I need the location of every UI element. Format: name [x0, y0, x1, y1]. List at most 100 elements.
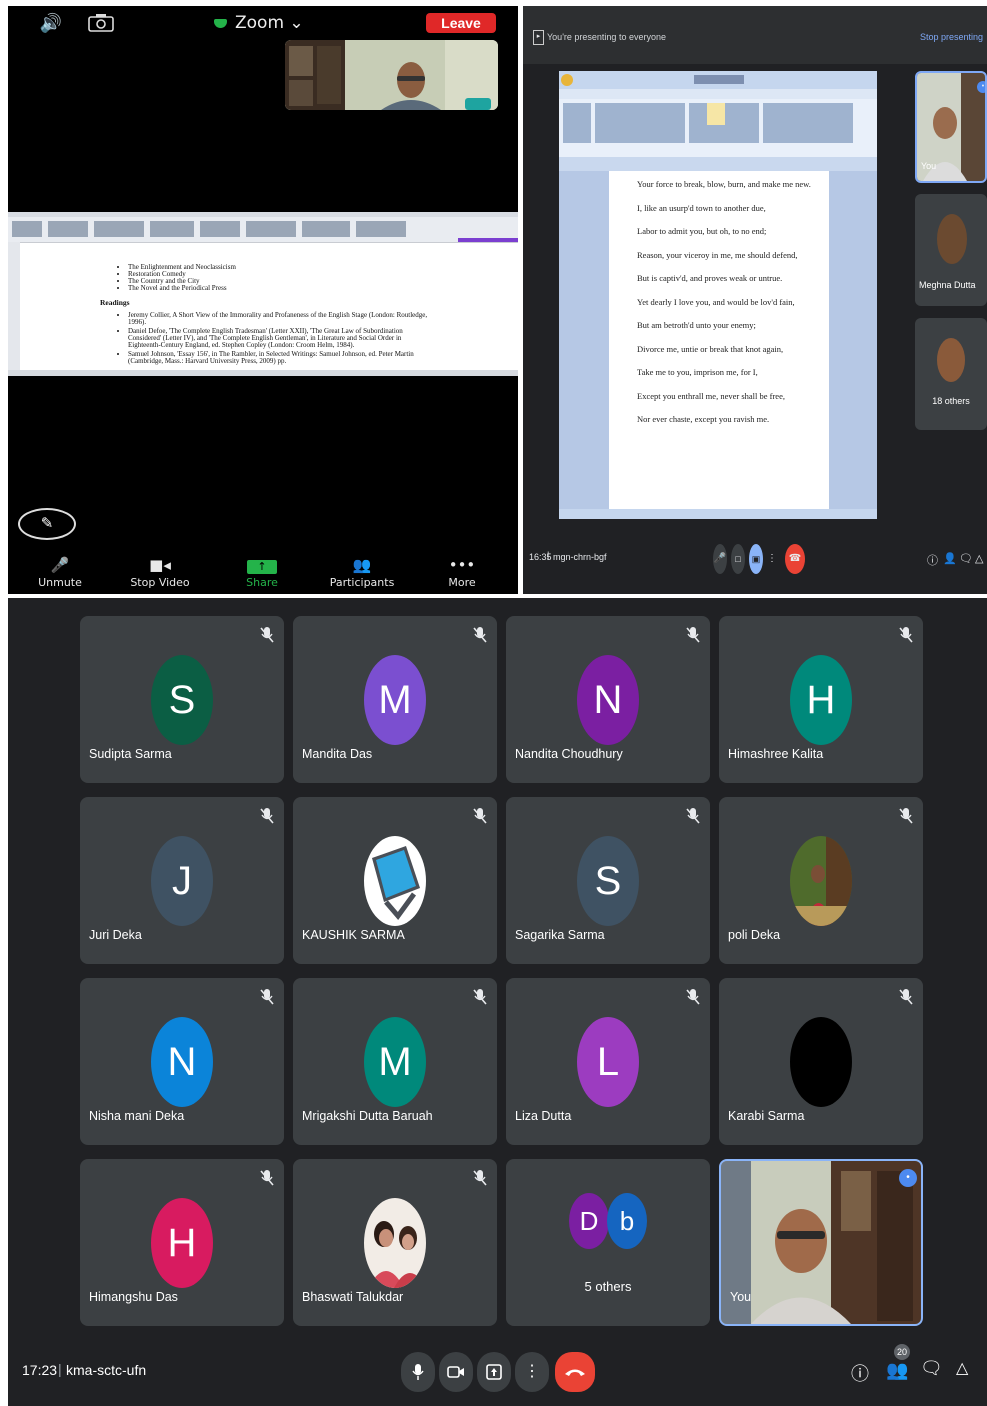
camera-button[interactable]	[439, 1352, 473, 1392]
video-icon: ■◂	[149, 556, 171, 574]
pen-icon: ✎	[40, 515, 54, 532]
others-label: 5 others	[584, 1279, 632, 1294]
participant-tile[interactable]: Karabi Sarma	[719, 978, 923, 1145]
mic-off-icon	[473, 1170, 487, 1186]
present-screen-icon	[486, 1364, 502, 1380]
document-page: Your force to break, blow, burn, and mak…	[609, 171, 829, 511]
doc-line: Reason, your viceroy in me, me should de…	[637, 249, 798, 260]
others-tile[interactable]: 18 others	[915, 318, 987, 430]
more-icon: •••	[448, 556, 476, 574]
meeting-code: mgn-chrn-bgf	[553, 552, 607, 562]
reading-item: Jeremy Collier, A Short View of the Immo…	[128, 312, 428, 326]
self-video-tile[interactable]: You •	[915, 71, 987, 183]
participant-tile[interactable]: S Sudipta Sarma	[80, 616, 284, 783]
participant-tile[interactable]: S Sagarika Sarma	[506, 797, 710, 964]
self-label: You	[730, 1290, 752, 1304]
chat-icon[interactable]: 🗨	[959, 552, 973, 565]
people-button[interactable]: 20 👥	[884, 1344, 910, 1386]
info-icon[interactable]: ⓘ	[851, 1360, 869, 1386]
participant-name: Juri Deka	[89, 928, 142, 942]
participant-tile[interactable]: J Juri Deka	[80, 797, 284, 964]
others-tile[interactable]: D b 5 others	[506, 1159, 710, 1326]
unmute-button[interactable]: 🎤 Unmute	[10, 554, 110, 589]
reading-item: Samuel Johnson, 'Essay 156', in The Ramb…	[128, 351, 428, 365]
avatar	[364, 1198, 426, 1288]
present-icon[interactable]: ▣	[749, 544, 763, 574]
mic-off-icon	[686, 627, 700, 643]
share-button[interactable]: ↑ Share	[212, 554, 312, 589]
participant-name: Sagarika Sarma	[515, 928, 605, 942]
participant-name: poli Deka	[728, 928, 781, 942]
people-icon[interactable]: 👤	[943, 552, 957, 565]
avatar	[937, 214, 967, 264]
chat-icon[interactable]: 🗨	[920, 1358, 943, 1379]
participant-tile[interactable]: M Mrigakshi Dutta Baruah	[293, 978, 497, 1145]
end-call-icon	[565, 1369, 585, 1376]
mic-off-icon	[260, 1170, 274, 1186]
avatar: J	[151, 836, 213, 926]
doc-line: But is captiv'd, and proves weak or untr…	[637, 273, 783, 283]
participant-tile[interactable]: Bhaswati Talukdar	[293, 1159, 497, 1326]
shared-document[interactable]: The Enlightenment and Neoclassicism Rest…	[8, 212, 518, 376]
activities-icon[interactable]: △	[956, 1358, 968, 1378]
people-icon: 👥	[886, 1360, 909, 1380]
word-status-bar	[559, 509, 877, 519]
avatar: L	[577, 1017, 639, 1107]
more-button[interactable]: ••• More	[412, 554, 512, 589]
annotate-button[interactable]: ✎	[18, 508, 76, 540]
presented-word-window[interactable]: Your force to break, blow, burn, and mak…	[559, 71, 877, 519]
avatar: N	[577, 655, 639, 745]
others-label: 18 others	[932, 396, 970, 406]
participants-button[interactable]: 👥 Participants	[312, 554, 412, 589]
mic-button[interactable]	[401, 1352, 435, 1392]
speaker-icon[interactable]: 🔊	[38, 14, 64, 32]
meet-controls: 17:23 | kma-sctc-ufn ⋮ ⓘ 20 👥 🗨 △	[8, 1340, 987, 1406]
end-call-icon[interactable]: ☎	[785, 544, 805, 574]
stop-video-button[interactable]: ■◂ Stop Video	[110, 554, 210, 589]
meet-presenting-panel: ▸ You're presenting to everyone Stop pre…	[523, 6, 987, 594]
avatar	[937, 338, 965, 382]
present-screen-icon: ▸	[533, 30, 544, 45]
participant-name: KAUSHIK SARMA	[302, 928, 405, 942]
info-icon[interactable]: ⓘ	[927, 552, 938, 568]
mic-off-icon	[473, 989, 487, 1005]
doc-line: Nor ever chaste, except you ravish me.	[637, 414, 770, 424]
activities-icon[interactable]: △	[975, 552, 983, 565]
leave-button[interactable]: Leave	[426, 13, 496, 33]
participant-tile[interactable]: poli Deka	[719, 797, 923, 964]
participant-tile[interactable]: L Liza Dutta	[506, 978, 710, 1145]
more-options-icon[interactable]: ⋮	[767, 544, 777, 574]
mic-off-icon	[473, 808, 487, 824]
participant-tile[interactable]: H Himashree Kalita	[719, 616, 923, 783]
present-button[interactable]	[477, 1352, 511, 1392]
participant-tile[interactable]: KAUSHIK SARMA	[293, 797, 497, 964]
switch-camera-icon[interactable]	[88, 14, 114, 32]
meeting-code: kma-sctc-ufn	[66, 1362, 147, 1378]
avatar: M	[364, 1017, 426, 1107]
participant-name: Himangshu Das	[89, 1290, 178, 1304]
avatar: S	[151, 655, 213, 745]
stop-presenting-button[interactable]: Stop presenting	[920, 32, 983, 42]
doc-line: Take me to you, imprison me, for I,	[637, 367, 758, 377]
camera-icon	[447, 1366, 464, 1378]
mic-off-icon	[260, 808, 274, 824]
mic-icon[interactable]: 🎤	[713, 544, 727, 574]
speaking-icon: •	[899, 1169, 917, 1187]
self-video[interactable]	[285, 40, 498, 110]
avatar	[790, 1017, 852, 1107]
self-video-tile[interactable]: • You	[719, 1159, 923, 1326]
participant-tile[interactable]: Meghna Dutta	[915, 194, 987, 306]
participant-tile[interactable]: N Nisha mani Deka	[80, 978, 284, 1145]
speaking-icon: •	[977, 81, 985, 93]
more-options-button[interactable]: ⋮	[515, 1352, 549, 1392]
camera-icon[interactable]: □	[731, 544, 745, 574]
participant-tile[interactable]: H Himangshu Das	[80, 1159, 284, 1326]
participant-tile[interactable]: M Mandita Das	[293, 616, 497, 783]
end-call-button[interactable]	[555, 1352, 595, 1392]
meeting-title[interactable]: Zoom ⌄	[214, 13, 304, 33]
word-ribbon	[8, 212, 518, 243]
more-vert-icon: ⋮	[524, 1363, 540, 1380]
readings-heading: Readings	[100, 298, 130, 307]
avatar: b	[607, 1193, 647, 1249]
participant-tile[interactable]: N Nandita Choudhury	[506, 616, 710, 783]
